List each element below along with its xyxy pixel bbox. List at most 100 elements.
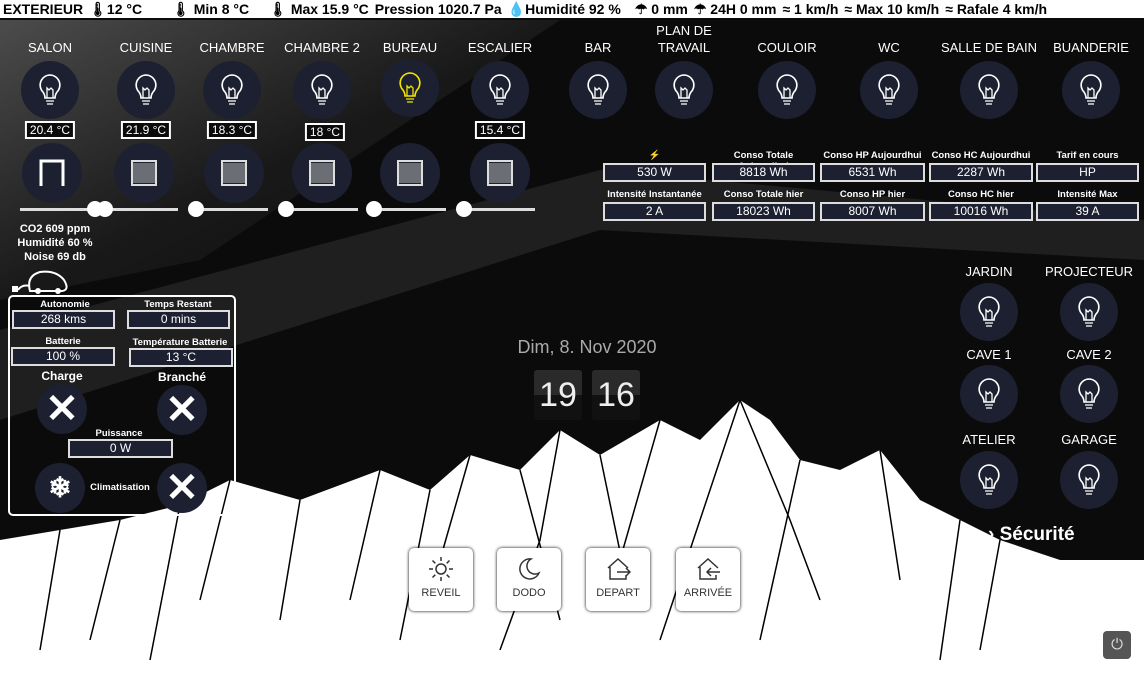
scene-label: REVEIL xyxy=(421,587,461,599)
outdoor-light-name: GARAGE xyxy=(1061,432,1117,447)
room-light-toggle[interactable] xyxy=(758,61,816,119)
temperature-batterie-value: 13 °C xyxy=(129,348,233,367)
room-light-toggle[interactable] xyxy=(569,61,627,119)
energy-value: 2 A xyxy=(603,202,706,221)
shutter-slider[interactable] xyxy=(278,201,358,217)
bulb-icon xyxy=(39,74,61,105)
bulb-icon xyxy=(135,74,157,105)
shutter-slider[interactable] xyxy=(456,201,535,217)
energy-value: 8007 Wh xyxy=(820,202,925,221)
scene-label: ARRIVÉE xyxy=(683,587,733,599)
room-light-toggle[interactable] xyxy=(203,61,261,119)
shutter-closed-icon xyxy=(221,160,247,186)
slider-knob[interactable] xyxy=(456,201,472,217)
shutter-button[interactable] xyxy=(470,143,530,203)
scene-arrivee-button[interactable]: ARRIVÉE xyxy=(676,548,740,611)
date-display: Dim, 8. Nov 2020 xyxy=(517,337,657,357)
shutter-closed-icon xyxy=(131,160,157,186)
noise-value: Noise 69 db xyxy=(24,251,86,263)
energy-value: 39 A xyxy=(1036,202,1139,221)
autonomie-value: 268 kms xyxy=(12,310,115,329)
room-light-toggle[interactable] xyxy=(1062,61,1120,119)
outdoor-light-toggle[interactable] xyxy=(1060,365,1118,423)
shutter-button[interactable] xyxy=(114,143,174,203)
room-name: CHAMBRE 2 xyxy=(284,40,360,55)
outdoor-light-name: CAVE 2 xyxy=(1066,347,1112,362)
energy-value: 530 W xyxy=(603,163,706,182)
climatisation-status-icon[interactable]: ✕ xyxy=(157,463,207,513)
energy-label: Intensité Instantanée xyxy=(607,189,702,200)
room-temperature: 21.9 °C xyxy=(120,121,172,139)
weather-humidity: 💧Humidité 92 % xyxy=(507,0,621,17)
weather-min: 🌡 Min 8 °C xyxy=(172,0,250,17)
house-exit-icon xyxy=(607,557,632,580)
climatisation-label: Climatisation xyxy=(90,482,150,493)
shutter-button[interactable] xyxy=(292,143,352,203)
room-light-toggle[interactable] xyxy=(381,59,439,117)
room-light-toggle[interactable] xyxy=(21,61,79,119)
outdoor-light-toggle[interactable] xyxy=(1060,283,1118,341)
bulb-icon xyxy=(1078,464,1100,495)
room-light-toggle[interactable] xyxy=(655,61,713,119)
shutter-button[interactable] xyxy=(380,143,440,203)
humidity-value: Humidité 60 % xyxy=(17,237,93,249)
outdoor-light-name: CAVE 1 xyxy=(966,347,1012,362)
bulb-icon xyxy=(978,464,1000,495)
room-light-toggle[interactable] xyxy=(117,61,175,119)
shutter-open-icon xyxy=(39,159,65,186)
security-link[interactable]: › Sécurité xyxy=(988,524,1075,546)
shutter-button[interactable] xyxy=(204,143,264,203)
autonomie-label: Autonomie xyxy=(40,299,90,310)
energy-value: HP xyxy=(1036,163,1139,182)
shutter-slider[interactable] xyxy=(20,201,103,217)
bulb-icon xyxy=(673,74,695,105)
room-light-toggle[interactable] xyxy=(293,61,351,119)
slider-knob[interactable] xyxy=(97,201,113,217)
shutter-button[interactable] xyxy=(22,143,82,203)
outdoor-light-toggle[interactable] xyxy=(960,283,1018,341)
energy-label: Conso HC Aujourdhui xyxy=(931,150,1031,161)
branche-status-icon[interactable]: ✕ xyxy=(157,385,207,435)
room-light-toggle[interactable] xyxy=(860,61,918,119)
room-name: PLAN DE TRAVAIL xyxy=(656,23,712,55)
shutter-slider[interactable] xyxy=(188,201,268,217)
outdoor-light-toggle[interactable] xyxy=(960,451,1018,509)
energy-value: 18023 Wh xyxy=(712,202,815,221)
outdoor-light-toggle[interactable] xyxy=(960,365,1018,423)
house-enter-icon xyxy=(697,557,720,580)
slider-knob[interactable] xyxy=(188,201,204,217)
shutter-slider[interactable] xyxy=(366,201,446,217)
charge-status-icon[interactable]: ✕ xyxy=(37,384,87,434)
charge-label: Charge xyxy=(41,369,83,383)
bulb-icon xyxy=(221,74,243,105)
energy-label: Tarif en cours xyxy=(1056,150,1119,161)
bulb-icon xyxy=(978,74,1000,105)
energy-value: 6531 Wh xyxy=(820,163,925,182)
slider-knob[interactable] xyxy=(366,201,382,217)
sun-icon xyxy=(429,557,453,581)
scene-depart-button[interactable]: DEPART xyxy=(586,548,650,611)
outdoor-light-name: PROJECTEUR xyxy=(1044,264,1134,279)
room-light-toggle[interactable] xyxy=(960,61,1018,119)
outdoor-light-toggle[interactable] xyxy=(1060,451,1118,509)
shutter-slider[interactable] xyxy=(97,201,178,217)
clock-minutes: 16 xyxy=(592,370,640,420)
energy-value: 10016 Wh xyxy=(929,202,1033,221)
moon-icon xyxy=(519,558,541,580)
air-quality: CO2 609 ppm Humidité 60 % Noise 69 db xyxy=(0,222,110,264)
puissance-value: 0 W xyxy=(68,439,173,458)
scene-reveil-button[interactable]: REVEIL xyxy=(409,548,473,611)
room-temperature: 20.4 °C xyxy=(24,121,76,139)
room-temperature: 18 °C xyxy=(304,123,346,141)
slider-knob[interactable] xyxy=(278,201,294,217)
room-light-toggle[interactable] xyxy=(471,61,529,119)
scene-dodo-button[interactable]: DODO xyxy=(497,548,561,611)
bulb-icon xyxy=(776,74,798,105)
outdoor-light-name: ATELIER xyxy=(962,432,1016,447)
room-name: ESCALIER xyxy=(467,40,533,55)
bulb-icon xyxy=(978,378,1000,409)
temps-restant-value: 0 mins xyxy=(127,310,230,329)
power-button[interactable]: ⏻ xyxy=(1103,631,1131,659)
energy-label: Conso Totale hier xyxy=(723,189,804,200)
climatisation-snowflake-icon[interactable]: ❄ xyxy=(35,463,85,513)
